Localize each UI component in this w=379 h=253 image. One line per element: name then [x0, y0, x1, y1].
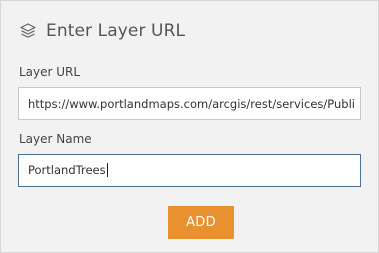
layer-url-label: Layer URL — [19, 65, 81, 79]
layer-name-text: PortlandTrees — [28, 163, 106, 177]
add-button[interactable]: ADD — [168, 206, 234, 239]
layer-name-input[interactable]: PortlandTrees — [18, 154, 361, 187]
text-caret — [106, 163, 108, 177]
layer-url-input[interactable] — [18, 87, 361, 120]
layer-name-value: PortlandTrees — [28, 163, 108, 177]
panel-header: Enter Layer URL — [19, 19, 185, 43]
layer-name-label: Layer Name — [19, 132, 92, 146]
layers-icon — [19, 22, 37, 40]
panel-title: Enter Layer URL — [46, 21, 186, 41]
add-layer-panel: Enter Layer URL Layer URL Layer Name Por… — [0, 0, 379, 253]
